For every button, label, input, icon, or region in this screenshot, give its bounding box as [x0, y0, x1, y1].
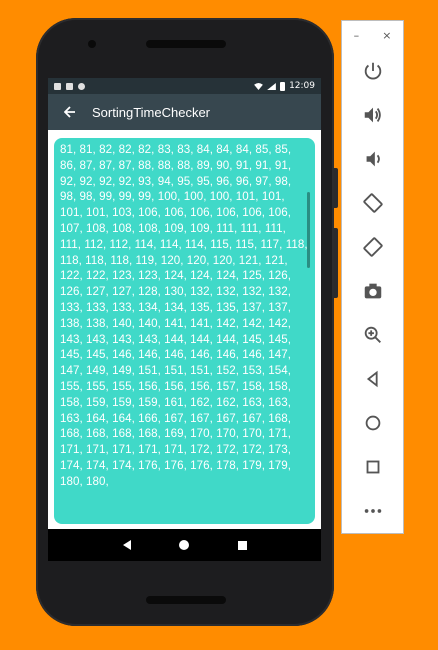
- notification-a-icon: [54, 82, 61, 90]
- nav-home-button[interactable]: [169, 530, 199, 560]
- front-camera: [88, 40, 96, 48]
- sorted-numbers-text: 81, 81, 82, 82, 82, 83, 83, 84, 84, 84, …: [60, 143, 308, 488]
- rotate-right-button[interactable]: [342, 225, 403, 269]
- power-button[interactable]: [342, 49, 403, 93]
- back-icon: [366, 370, 378, 388]
- notification-circle-icon: [78, 82, 85, 90]
- home-circle-icon: [179, 540, 190, 550]
- overview-icon: [366, 460, 379, 474]
- nav-recents-button[interactable]: [227, 530, 257, 560]
- sorted-numbers-card[interactable]: 81, 81, 82, 82, 82, 83, 83, 84, 84, 84, …: [54, 138, 315, 524]
- navigation-bar: [48, 529, 321, 561]
- volume-up-button[interactable]: [342, 93, 403, 137]
- zoom-icon: [364, 326, 381, 343]
- top-speaker: [146, 40, 226, 48]
- status-icons: 12:09: [254, 81, 315, 91]
- notification-icons: [54, 82, 85, 90]
- device-screen: 12:09 SortingTimeChecker 81, 81, 82, 82,…: [48, 78, 321, 561]
- notification-sd-icon: [66, 82, 73, 90]
- side-button-volume: [334, 228, 338, 298]
- minimize-button[interactable]: –: [354, 29, 360, 42]
- wifi-icon: [254, 82, 263, 90]
- recents-square-icon: [237, 540, 247, 550]
- rotate-right-icon: [362, 237, 383, 257]
- back-triangle-icon: [122, 540, 131, 550]
- power-icon: [364, 62, 381, 80]
- screenshot-button[interactable]: [342, 269, 403, 313]
- status-bar: 12:09: [48, 78, 321, 94]
- more-button[interactable]: [342, 489, 403, 533]
- rotate-left-icon: [362, 193, 383, 213]
- home-button[interactable]: [342, 401, 403, 445]
- more-icon: [364, 509, 381, 513]
- signal-icon: [267, 82, 276, 90]
- side-button-power: [334, 168, 338, 208]
- rotate-left-button[interactable]: [342, 181, 403, 225]
- app-title: SortingTimeChecker: [92, 104, 211, 120]
- nav-back-button[interactable]: [112, 530, 142, 560]
- volume-down-icon: [366, 151, 380, 167]
- back-button[interactable]: [342, 357, 403, 401]
- app-bar: SortingTimeChecker: [48, 94, 321, 130]
- back-arrow-icon[interactable]: [48, 94, 92, 130]
- scrollbar[interactable]: [307, 192, 310, 268]
- status-time: 12:09: [289, 81, 315, 91]
- overview-button[interactable]: [342, 445, 403, 489]
- camera-icon: [364, 283, 381, 299]
- volume-down-button[interactable]: [342, 137, 403, 181]
- panel-window-controls: – ×: [342, 21, 403, 49]
- zoom-button[interactable]: [342, 313, 403, 357]
- emulator-side-panel: – ×: [341, 20, 404, 534]
- close-button[interactable]: ×: [382, 29, 391, 42]
- battery-icon: [280, 81, 286, 91]
- bottom-speaker: [146, 596, 226, 604]
- volume-up-icon: [364, 107, 381, 123]
- home-icon: [365, 415, 380, 431]
